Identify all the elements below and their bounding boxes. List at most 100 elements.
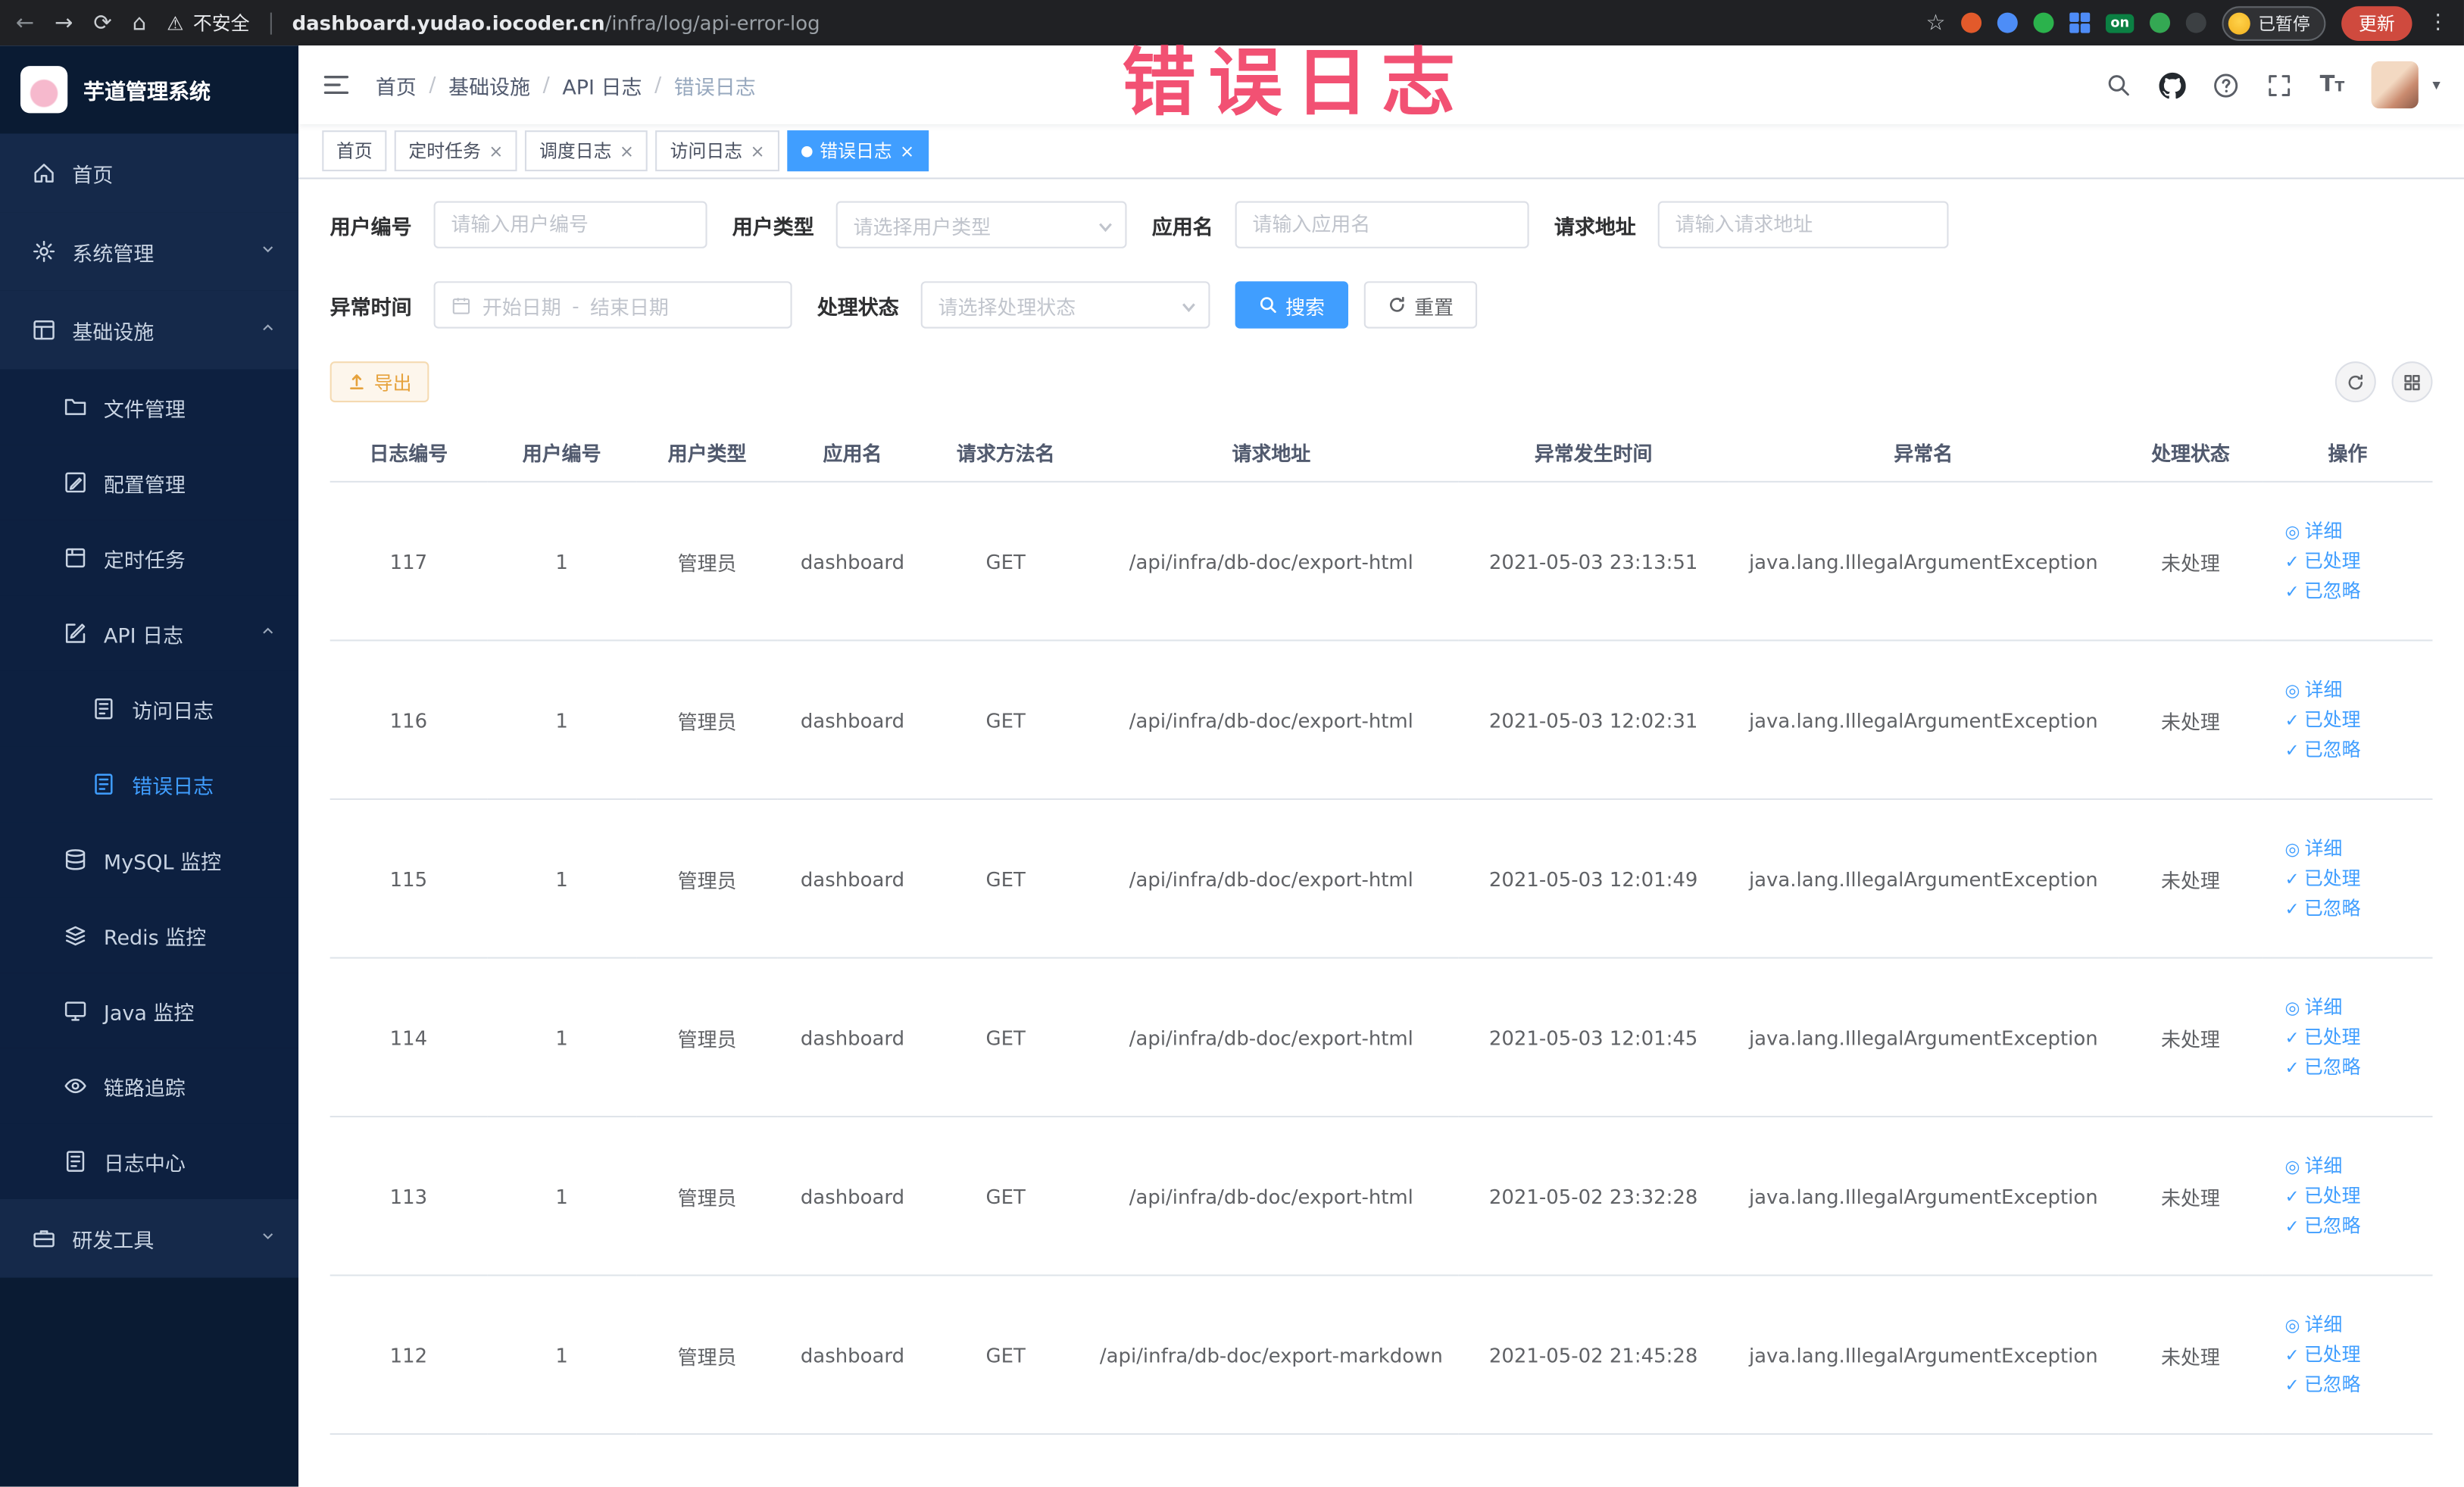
close-icon[interactable]: × [900, 141, 914, 161]
font-size-icon[interactable]: TT [2320, 72, 2345, 97]
eye-icon: ◎ [2284, 1314, 2300, 1335]
tab-error-logs[interactable]: 错误日志 × [786, 130, 929, 172]
edit-pencil-icon [63, 620, 88, 645]
process-status-select[interactable]: 请选择处理状态 [920, 281, 1210, 329]
cell-exception-name: java.lang.IllegalArgumentException [1729, 798, 2119, 959]
reset-button[interactable]: 重置 [1363, 281, 1478, 329]
caret-down-icon[interactable]: ▾ [2432, 77, 2440, 94]
processed-link[interactable]: ✓ 已处理 [2284, 704, 2425, 734]
request-url-input[interactable] [1657, 201, 1949, 248]
detail-link[interactable]: ◎ 详细 [2284, 517, 2425, 546]
help-icon[interactable] [2213, 71, 2240, 98]
bookmark-star-icon[interactable]: ☆ [1925, 12, 1945, 34]
cell-app-name: dashboard [777, 1275, 928, 1435]
browser-update-button[interactable]: 更新 [2341, 5, 2412, 40]
sidebar-item-dev-tools[interactable]: 研发工具 [0, 1198, 299, 1278]
ignored-link[interactable]: ✓ 已忽略 [2284, 1370, 2425, 1399]
ignored-link[interactable]: ✓ 已忽略 [2284, 893, 2425, 923]
search-icon[interactable] [2106, 71, 2133, 98]
user-type-select[interactable]: 请选择用户类型 [835, 201, 1127, 248]
close-icon[interactable]: × [750, 141, 764, 161]
github-icon[interactable] [2160, 71, 2187, 98]
breadcrumb-api-logs[interactable]: API 日志 [562, 70, 642, 100]
sidebar-item-error-logs[interactable]: 错误日志 [0, 746, 299, 823]
sidebar-item-java-monitor[interactable]: Java 监控 [0, 973, 299, 1048]
ignored-link[interactable]: ✓ 已忽略 [2284, 735, 2425, 764]
paused-badge[interactable]: 已暂停 [2222, 5, 2326, 40]
detail-link[interactable]: ◎ 详细 [2284, 992, 2425, 1022]
ignored-link[interactable]: ✓ 已忽略 [2284, 1052, 2425, 1082]
browser-forward-icon[interactable]: → [55, 12, 73, 34]
cell-user-id: 1 [487, 481, 637, 642]
ignored-link[interactable]: ✓ 已忽略 [2284, 1211, 2425, 1240]
end-date-placeholder: 结束日期 [590, 294, 669, 319]
hamburger-icon[interactable] [322, 70, 350, 98]
extension-icon[interactable] [2033, 12, 2054, 33]
browser-reload-icon[interactable]: ⟳ [93, 12, 111, 34]
detail-link[interactable]: ◎ 详细 [2284, 1310, 2425, 1339]
address-bar[interactable]: dashboard.yudao.iocoder.cn/infra/log/api… [292, 11, 820, 35]
briefcase-icon [31, 1226, 56, 1251]
cell-request-url: /api/infra/db-doc/export-html [1084, 957, 1459, 1118]
sidebar-item-api-logs[interactable]: API 日志 [0, 595, 299, 671]
processed-link[interactable]: ✓ 已处理 [2284, 546, 2425, 576]
sidebar-item-infrastructure[interactable]: 基础设施 [0, 290, 299, 370]
sidebar-item-file-management[interactable]: 文件管理 [0, 369, 299, 445]
avatar[interactable] [2371, 61, 2419, 109]
sidebar-item-home[interactable]: 首页 [0, 133, 299, 213]
extension-grid-icon[interactable] [2069, 12, 2091, 33]
date-range-picker[interactable]: 开始日期 - 结束日期 [433, 281, 792, 329]
sidebar-item-scheduled-tasks[interactable]: 定时任务 [0, 520, 299, 596]
browser-home-icon[interactable]: ⌂ [133, 12, 146, 34]
tab-scheduled-tasks[interactable]: 定时任务 × [394, 130, 517, 172]
sidebar-item-trace[interactable]: 链路追踪 [0, 1048, 299, 1124]
user-id-input[interactable] [433, 201, 707, 248]
user-type-label: 用户类型 [732, 216, 814, 240]
export-button[interactable]: 导出 [329, 361, 429, 403]
chevron-down-icon [259, 1226, 276, 1250]
browser-back-icon[interactable]: ← [16, 12, 34, 34]
tab-access-logs[interactable]: 访问日志 × [656, 130, 779, 172]
cell-exception-name: java.lang.IllegalArgumentException [1729, 481, 2119, 642]
extension-on-badge[interactable]: on [2106, 13, 2135, 33]
processed-link[interactable]: ✓ 已处理 [2284, 864, 2425, 893]
extension-icon[interactable] [2150, 12, 2171, 33]
cell-user-id: 1 [487, 1275, 637, 1435]
processed-link[interactable]: ✓ 已处理 [2284, 1023, 2425, 1052]
app-name-input[interactable] [1235, 201, 1529, 248]
extension-icon[interactable] [2185, 12, 2206, 33]
sidebar-logo[interactable]: 芋道管理系统 [0, 45, 298, 133]
ignored-link[interactable]: ✓ 已忽略 [2284, 576, 2425, 605]
cell-status: 未处理 [2118, 640, 2263, 800]
search-button[interactable]: 搜索 [1235, 281, 1349, 329]
tab-home[interactable]: 首页 [322, 130, 387, 172]
detail-link[interactable]: ◎ 详细 [2284, 1151, 2425, 1181]
column-settings-button[interactable] [2391, 361, 2433, 403]
eye-icon: ◎ [2284, 1155, 2300, 1176]
extension-icon[interactable] [1997, 12, 2018, 33]
sidebar-item-log-center[interactable]: 日志中心 [0, 1123, 299, 1199]
detail-link[interactable]: ◎ 详细 [2284, 675, 2425, 704]
database-icon [63, 847, 88, 872]
close-icon[interactable]: × [489, 141, 503, 161]
processed-link[interactable]: ✓ 已处理 [2284, 1181, 2425, 1211]
browser-menu-icon[interactable]: ⋮ [2428, 11, 2448, 35]
refresh-button[interactable] [2334, 361, 2376, 403]
cell-user-id: 1 [487, 957, 637, 1118]
sidebar-item-config-management[interactable]: 配置管理 [0, 445, 299, 520]
cell-log-id: 114 [329, 957, 488, 1118]
sidebar-item-mysql-monitor[interactable]: MySQL 监控 [0, 822, 299, 898]
sidebar-item-access-logs[interactable]: 访问日志 [0, 670, 299, 747]
sidebar-item-system-management[interactable]: 系统管理 [0, 212, 299, 291]
tab-dispatch-logs[interactable]: 调度日志 × [525, 130, 648, 172]
sidebar-item-redis-monitor[interactable]: Redis 监控 [0, 897, 299, 973]
extension-icon[interactable] [1961, 12, 1982, 33]
sidebar-menu: 首页 系统管理 基础设施 文件管理 配置管理 定时任务 API 日志 访问日志 … [0, 133, 299, 1278]
close-icon[interactable]: × [620, 141, 634, 161]
breadcrumb-infrastructure[interactable]: 基础设施 [448, 70, 530, 100]
site-security-label[interactable]: ⚠ 不安全 [167, 9, 249, 36]
fullscreen-icon[interactable] [2266, 71, 2293, 98]
breadcrumb-home[interactable]: 首页 [376, 70, 417, 100]
detail-link[interactable]: ◎ 详细 [2284, 834, 2425, 864]
processed-link[interactable]: ✓ 已处理 [2284, 1340, 2425, 1370]
